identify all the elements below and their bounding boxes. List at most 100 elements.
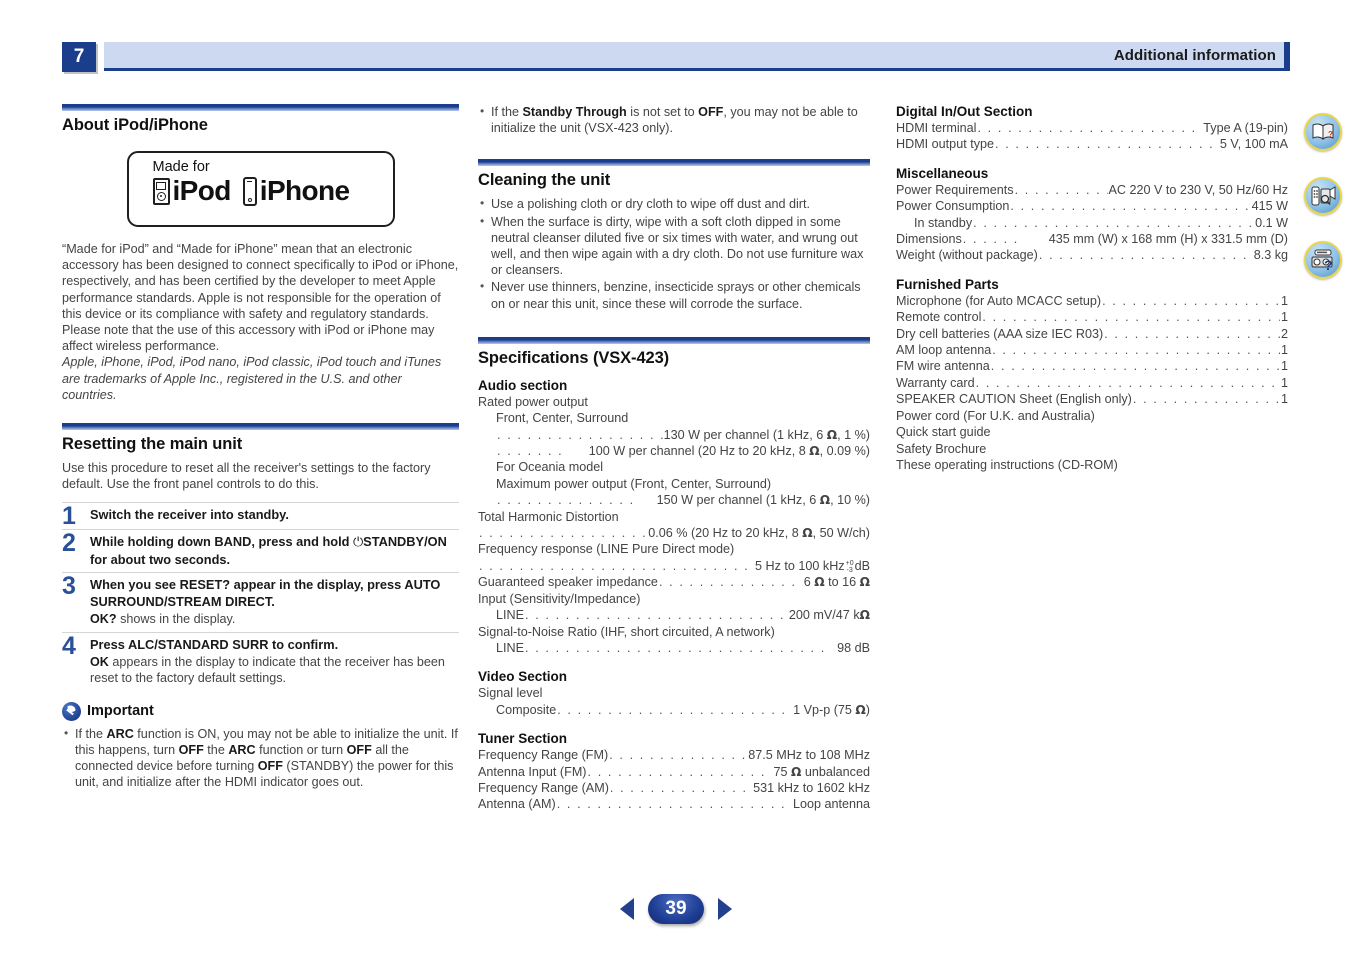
cleaning-bullet-list: Use a polishing cloth or dry cloth to wi… — [478, 195, 870, 311]
spec-label: Dimensions — [896, 232, 962, 247]
faq-troubleshooting-icon[interactable]: ? — [1304, 241, 1342, 279]
section-title-about-ipod: About iPod/iPhone — [62, 116, 208, 134]
spec-label: Rated power output — [478, 394, 588, 409]
spec-value: 1 — [1280, 375, 1288, 390]
header-band: Additional information — [104, 42, 1290, 68]
important-label: Important — [87, 703, 154, 720]
spec-label: LINE — [496, 640, 524, 655]
spec-row: Antenna Input (FM) . . . . . . . . . . .… — [478, 764, 870, 780]
made-for-ipod-iphone-logo: Made for iPod iPhone — [62, 151, 459, 227]
spec-label: Antenna Input (FM) — [478, 764, 587, 779]
spec-label: These operating instructions (CD-ROM) — [896, 457, 1118, 472]
reset-step: 2 While holding down BAND, press and hol… — [62, 529, 459, 572]
spec-label: Input (Sensitivity/Impedance) — [478, 591, 641, 606]
dot-leader: . . . . . . . . . . . . . . . . . . — [479, 526, 648, 541]
reset-step: 1 Switch the receiver into standby. — [62, 502, 459, 529]
spec-row: . . . . . . . . . . . . . . . . . . 130 … — [478, 427, 870, 443]
dot-leader: . . . . . . . . . . . . . . . . . . . . … — [556, 797, 792, 812]
spec-row: Composite . . . . . . . . . . . . . . . … — [478, 702, 870, 718]
spec-value: 1 — [1280, 310, 1288, 325]
step-number: 3 — [62, 572, 76, 601]
dot-leader: . . . . . . . . . . . . . . . . . . — [497, 427, 663, 442]
dot-leader: . . . . . . . . . . . . . . . . . . . . … — [609, 780, 752, 795]
spec-row: Guaranteed speaker impedance . . . . . .… — [478, 574, 870, 590]
standby-through-bullet-list: If the Standby Through is not set to OFF… — [478, 103, 870, 136]
dot-leader: . . . . . . . . . . . . . . . . . . . . … — [658, 575, 803, 590]
next-page-arrow-icon[interactable] — [718, 898, 732, 920]
manual-book-icon[interactable]: ? — [1304, 113, 1342, 151]
list-item: Use a polishing cloth or dry cloth to wi… — [478, 195, 870, 212]
reset-step: 4 Press ALC/STANDARD SURR to confirm. OK… — [62, 631, 459, 691]
spec-row: . . . . . . . . . . . . . . . . . . . . … — [478, 558, 870, 574]
step-note: OK? shows in the display. — [90, 612, 236, 627]
spec-value: 415 W — [1251, 199, 1288, 214]
spec-row: Antenna (AM) . . . . . . . . . . . . . .… — [478, 796, 870, 812]
step-heading: Press ALC/STANDARD SURR to confirm. — [90, 636, 339, 652]
dot-leader: . . . . . . . . . . . . . . . . . . . . … — [992, 343, 1280, 358]
ipod-wordmark: iPod — [172, 175, 232, 206]
spec-row: Weight (without package) . . . . . . . .… — [896, 247, 1288, 263]
spec-value: Loop antenna — [792, 797, 870, 812]
spec-label: Safety Brochure — [896, 441, 987, 456]
dot-leader: . . . . . . . . . . . . . . . . . . . . … — [1014, 182, 1108, 197]
spec-label: Frequency Range (FM) — [478, 748, 609, 763]
subheading-video-section: Video Section — [478, 669, 568, 685]
spec-row: LINE . . . . . . . . . . . . . . . . . .… — [478, 640, 870, 656]
dot-leader: . . . . . . . . . . . . . . . . . . . . … — [1102, 293, 1280, 308]
step-number: 4 — [62, 631, 76, 660]
spec-label: HDMI output type — [896, 137, 994, 152]
reset-steps-list: 1 Switch the receiver into standby. 2 Wh… — [62, 502, 459, 690]
step-note: OK appears in the display to indicate th… — [90, 655, 445, 686]
step-heading: Switch the receiver into standby. — [90, 507, 289, 523]
section-rule-specifications — [478, 336, 870, 344]
spec-label: Frequency response (LINE Pure Direct mod… — [478, 542, 735, 557]
dot-leader: . . . . . . . . . . . . . . . . . . . . … — [973, 215, 1255, 230]
spec-row: Dry cell batteries (AAA size IEC R03) . … — [896, 326, 1288, 342]
header-rule — [104, 68, 1290, 71]
spec-label: Power Requirements — [896, 182, 1014, 197]
spec-value: 2 — [1280, 326, 1288, 341]
spec-label: Frequency Range (AM) — [478, 780, 609, 795]
column-middle: If the Standby Through is not set to OFF… — [478, 103, 870, 813]
list-item: Never use thinners, benzine, insecticide… — [478, 278, 870, 311]
column-left: About iPod/iPhone Made for iPod iPhone “… — [62, 104, 459, 791]
spec-label: For Oceania model — [496, 460, 604, 475]
spec-label: Microphone (for Auto MCACC setup) — [896, 293, 1102, 308]
list-item: If the ARC function is ON, you may not b… — [62, 725, 459, 791]
remote-control-icon[interactable] — [1304, 177, 1342, 215]
spec-value: AC 220 V to 230 V, 50 Hz/60 Hz — [1108, 182, 1288, 197]
spec-value: 435 mm (W) x 168 mm (H) x 331.5 mm (D) — [1048, 232, 1288, 247]
spec-label: LINE — [496, 608, 524, 623]
iphone-device-icon — [242, 176, 257, 206]
dot-leader: . . . . . . . . . . . . . . . . . . . . … — [1132, 392, 1280, 407]
previous-page-arrow-icon[interactable] — [620, 898, 634, 920]
dot-leader: . . . . . . . . . . . . . . . . . . . . … — [982, 310, 1280, 325]
spec-row: Frequency Range (AM) . . . . . . . . . .… — [478, 780, 870, 796]
svg-text:?: ? — [1324, 257, 1333, 271]
list-item: If the Standby Through is not set to OFF… — [478, 103, 870, 136]
spec-label: Total Harmonic Distortion — [478, 509, 619, 524]
subheading-tuner-section: Tuner Section — [478, 731, 568, 747]
spec-value: 531 kHz to 1602 kHz — [753, 780, 870, 795]
spec-label: Signal level — [478, 686, 543, 701]
spec-label: HDMI terminal — [896, 121, 977, 135]
page-title: Additional information — [1113, 46, 1276, 64]
spec-value: 1 — [1280, 343, 1288, 358]
list-item: When the surface is dirty, wipe with a s… — [478, 213, 870, 279]
chapter-number-badge: 7 — [62, 42, 96, 72]
dot-leader: . . . . . . . — [497, 444, 564, 459]
spec-label: AM loop antenna — [896, 343, 992, 358]
spec-value: Type A (19-pin) — [1203, 121, 1288, 135]
spec-label: Antenna (AM) — [478, 797, 556, 812]
column-right: Digital In/Out Section HDMI terminal . .… — [896, 104, 1288, 473]
section-title-resetting: Resetting the main unit — [62, 435, 243, 454]
spec-value: 130 W per channel (1 kHz, 6 Ω, 1 %) — [663, 427, 870, 442]
spec-value: 8.3 kg — [1253, 248, 1288, 263]
pushpin-icon — [62, 701, 81, 721]
dot-leader: . . . . . . . . . . . . . . . . . . . . … — [525, 640, 826, 655]
spec-label: Maximum power output (Front, Center, Sur… — [496, 476, 772, 491]
spec-label: Power Consumption — [896, 199, 1010, 214]
spec-row: Frequency Range (FM) . . . . . . . . . .… — [478, 747, 870, 763]
spec-row: In standby . . . . . . . . . . . . . . .… — [896, 215, 1288, 231]
spec-row: HDMI terminal . . . . . . . . . . . . . … — [896, 120, 1288, 136]
